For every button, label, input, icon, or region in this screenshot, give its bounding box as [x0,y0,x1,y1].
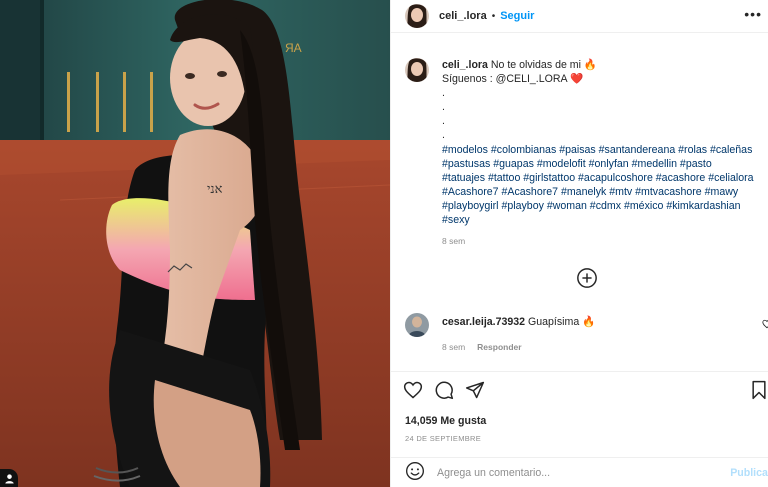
caption-line-1: celi_.lora No te olvidas de mi 🔥 [442,58,754,72]
post-details-panel: celi_.lora • Seguir ••• celi_.lora No te… [390,0,768,487]
avatar-image [405,4,429,28]
svg-text:ЯА: ЯА [285,41,302,55]
caption-hashtags[interactable]: #modelos #colombianas #paisas #santander… [442,143,754,228]
comment-text: Guapísima 🔥 [525,316,596,328]
avatar[interactable] [405,4,429,28]
more-horizontal-icon[interactable]: ••• [744,7,762,21]
post-date[interactable]: 24 DE SEPTIEMBRE [405,434,481,443]
avatar-image [405,313,429,337]
caption-dot: . [442,101,445,114]
comment-time[interactable]: 8 sem [442,342,465,352]
heart-icon[interactable] [762,319,768,332]
post-image[interactable]: ЯА אני el que te mira come [0,0,390,487]
comment-meta: 8 sem Responder [442,340,595,354]
comment-item: cesar.leija.73932 Guapísima 🔥 8 sem Respo… [405,313,768,354]
send-icon[interactable] [465,380,485,403]
comment-glyph [435,381,454,400]
header-username[interactable]: celi_.lora [439,10,487,22]
avatar-image [405,58,429,82]
action-icons [403,380,485,403]
commenter-avatar[interactable] [405,313,429,337]
caption-time[interactable]: 8 sem [442,234,754,248]
caption-body: celi_.lora No te olvidas de mi 🔥 Sígueno… [442,58,754,248]
caption-username[interactable]: celi_.lora [442,59,488,71]
reply-button[interactable]: Responder [477,342,521,352]
follow-button[interactable]: Seguir [500,10,534,22]
bookmark-icon[interactable] [750,380,768,403]
like-glyph [403,381,423,399]
caption: celi_.lora No te olvidas de mi 🔥 Sígueno… [391,34,768,248]
emoji-icon[interactable] [405,461,425,484]
publish-button[interactable]: Publicar [730,467,768,479]
plus-circle-icon[interactable] [576,267,598,289]
caption-text: No te olvidas de mi 🔥 [487,59,598,71]
comment-body: cesar.leija.73932 Guapísima 🔥 8 sem Respo… [442,315,595,354]
user-tag-icon[interactable] [0,469,18,487]
caption-avatar[interactable] [405,58,429,82]
plus-circle-glyph [577,268,597,288]
caption-dot: . [442,87,445,100]
comment-line: cesar.leija.73932 Guapísima 🔥 [442,315,595,329]
post-header: celi_.lora • Seguir ••• [391,0,768,33]
user-tag-glyph [4,473,14,484]
bookmark-glyph [752,380,766,400]
svg-text:אני: אני [207,181,223,196]
caption-dot: . [442,115,445,128]
separator-dot: • [491,10,496,22]
emoji-glyph [406,462,424,480]
comment-icon[interactable] [434,380,454,403]
heart-icon[interactable] [403,380,423,403]
comments-area[interactable]: celi_.lora No te olvidas de mi 🔥 Sígueno… [391,34,768,370]
post-photo-illustration: ЯА אני el que te mira come [0,0,390,487]
comment-input[interactable] [437,466,697,479]
likes-count[interactable]: 14,059 Me gusta [405,415,486,427]
caption-dot: . [442,129,445,142]
add-comment-bar: Publicar [391,457,768,487]
caption-line-2: Síguenos : @CELI_.LORA ❤️ [442,73,584,86]
comment-username[interactable]: cesar.leija.73932 [442,316,525,328]
heart-glyph [762,319,768,329]
send-glyph [465,381,485,399]
